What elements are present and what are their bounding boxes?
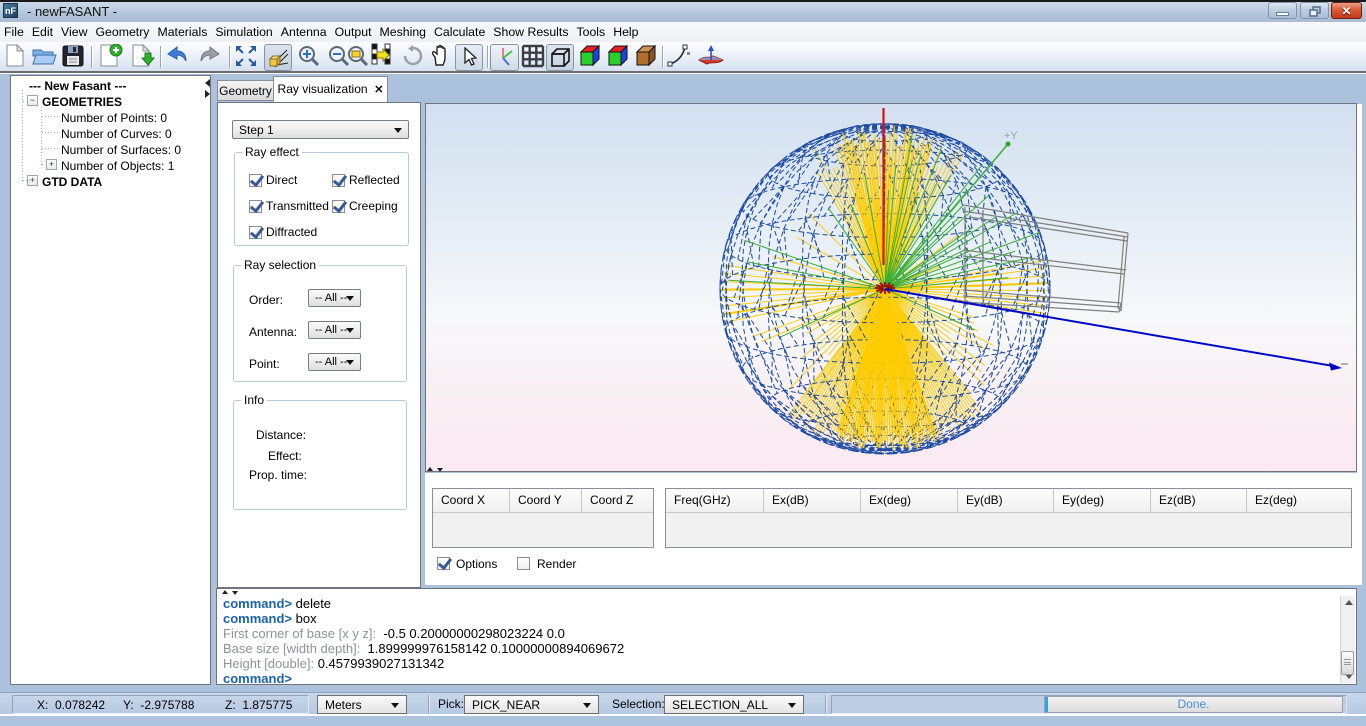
svg-text:+Y: +Y	[1004, 130, 1018, 142]
